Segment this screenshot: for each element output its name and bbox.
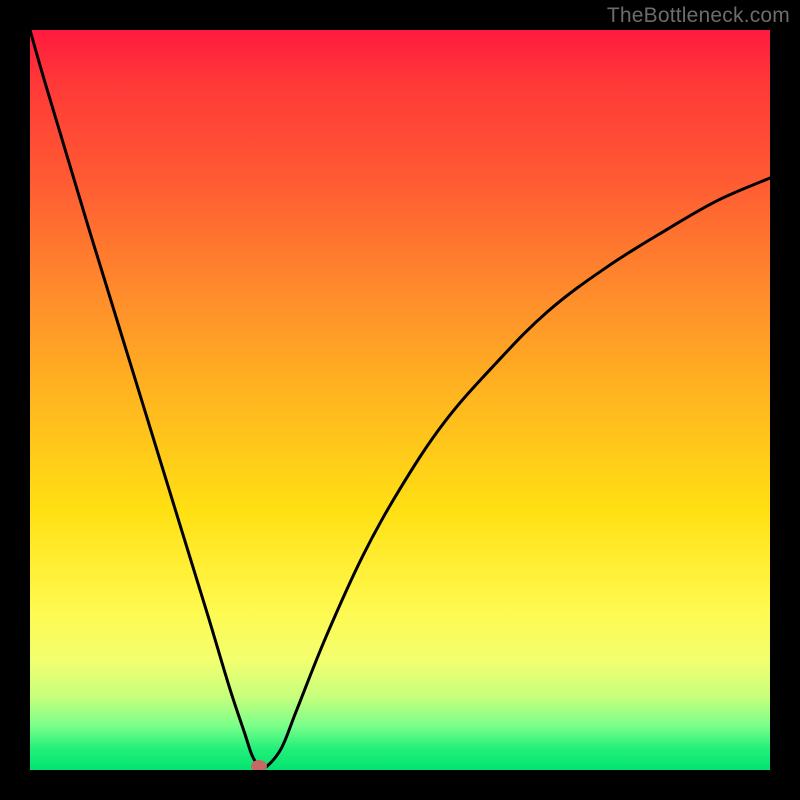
plot-area	[30, 30, 770, 770]
watermark-text: TheBottleneck.com	[607, 4, 790, 28]
chart-frame: TheBottleneck.com	[0, 0, 800, 800]
optimal-point-marker	[251, 760, 267, 770]
bottleneck-curve	[30, 30, 770, 770]
